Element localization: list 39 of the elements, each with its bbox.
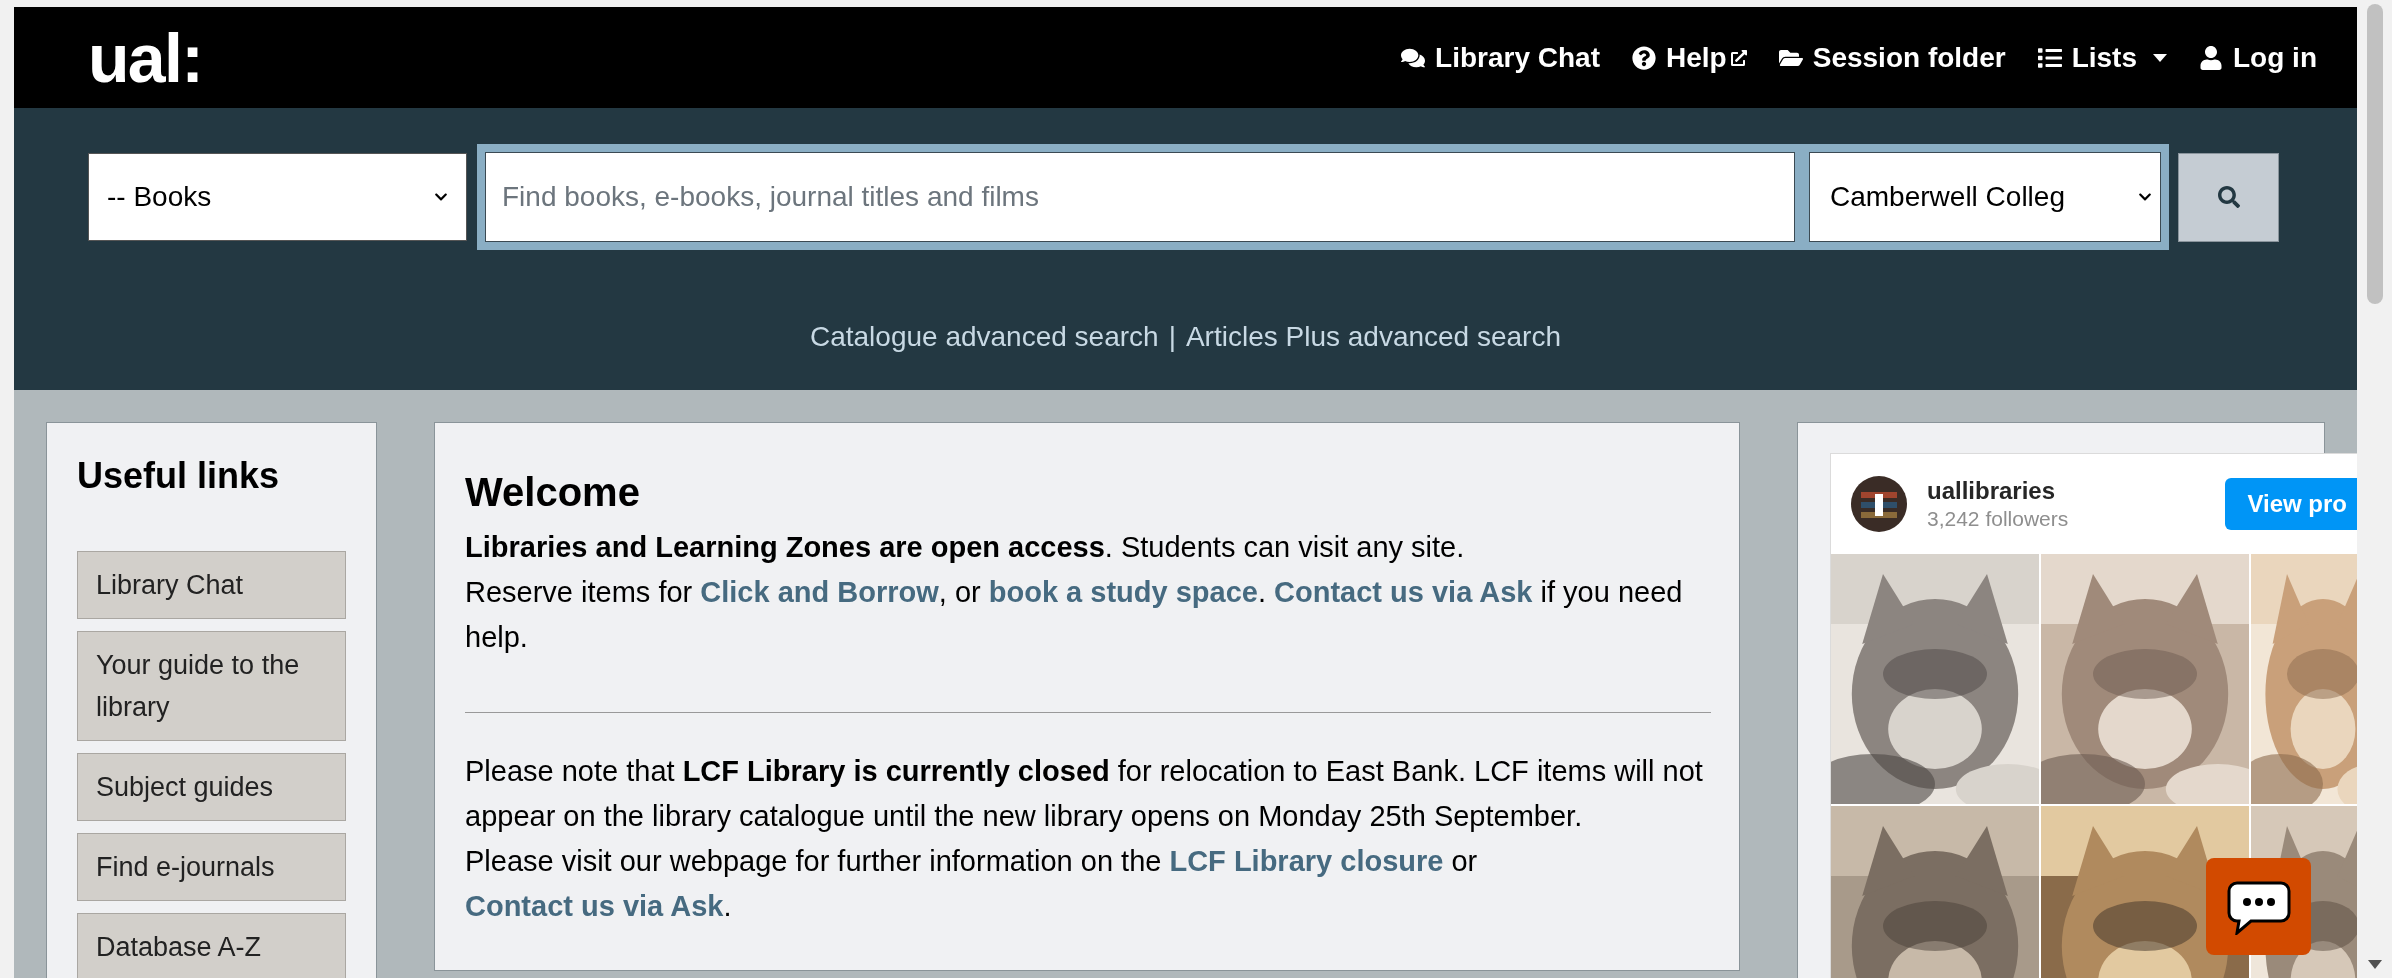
nav-link[interactable]: Help (1632, 36, 1747, 79)
type-select[interactable]: -- Books (88, 153, 467, 241)
link[interactable]: Articles Plus advanced search (1185, 316, 1561, 358)
user-icon (2199, 45, 2223, 70)
useful-link-button[interactable]: Your guide to the library (77, 631, 346, 741)
list-icon (2037, 45, 2062, 70)
panel-heading: Useful links (77, 454, 281, 498)
search-field[interactable]: Find books, e-books, journal titles and films (485, 152, 1795, 242)
link[interactable]: LCF Library closure (1169, 845, 1444, 877)
separator: | (1168, 320, 1176, 354)
useful-link-button[interactable]: Subject guides (77, 753, 346, 821)
nav-link[interactable]: Lists (2037, 36, 2167, 79)
welcome-heading: Welcome (465, 469, 641, 516)
search-icon (2217, 186, 2240, 208)
scrollbar-thumb[interactable] (2366, 4, 2383, 304)
link[interactable]: book a study space (988, 576, 1258, 608)
link[interactable]: Catalogue advanced search (809, 316, 1159, 358)
question-icon (1632, 45, 1657, 70)
link[interactable]: Contact us via Ask (465, 890, 724, 922)
avatar (1851, 476, 1907, 532)
link[interactable]: Click and Borrow (700, 576, 939, 608)
nav-link[interactable]: Session folder (1778, 36, 2006, 79)
paragraph: Libraries and Learning Zones are open access. Students can visit any site. (465, 530, 1466, 565)
instagram-username[interactable]: uallibraries (1927, 476, 2069, 506)
search-button[interactable] (2178, 152, 2279, 242)
campus-select[interactable]: Camberwell Colleg (1809, 152, 2161, 242)
logo[interactable]: ual: (88, 23, 203, 92)
scroll-down-icon[interactable] (2367, 960, 2382, 970)
paragraph: Please visit our webpage for further information on the LCF Library closure or Contact us via Ask. (465, 844, 1479, 924)
paragraph: Please note that LCF Library is currently closed for relocation to East Bank. LCF items will not appear on the library catalogue until the new library opens on Monday 25th September. (465, 754, 1704, 834)
nav-link[interactable]: Library Chat (1401, 36, 1601, 79)
link[interactable]: Contact us via Ask (1274, 576, 1533, 608)
nav-link[interactable]: Log in (2199, 36, 2317, 79)
useful-link-button[interactable]: Find e-journals (77, 833, 346, 901)
paragraph: Reserve items for Click and Borrow, or book a study space. Contact us via Ask if you need help. (465, 575, 1684, 655)
useful-link-button[interactable]: Library Chat (77, 551, 346, 619)
chat-button[interactable] (2206, 858, 2311, 955)
follower-count: 3,242 followers (1927, 506, 2069, 532)
useful-link-button[interactable]: Database A-Z (77, 913, 346, 978)
